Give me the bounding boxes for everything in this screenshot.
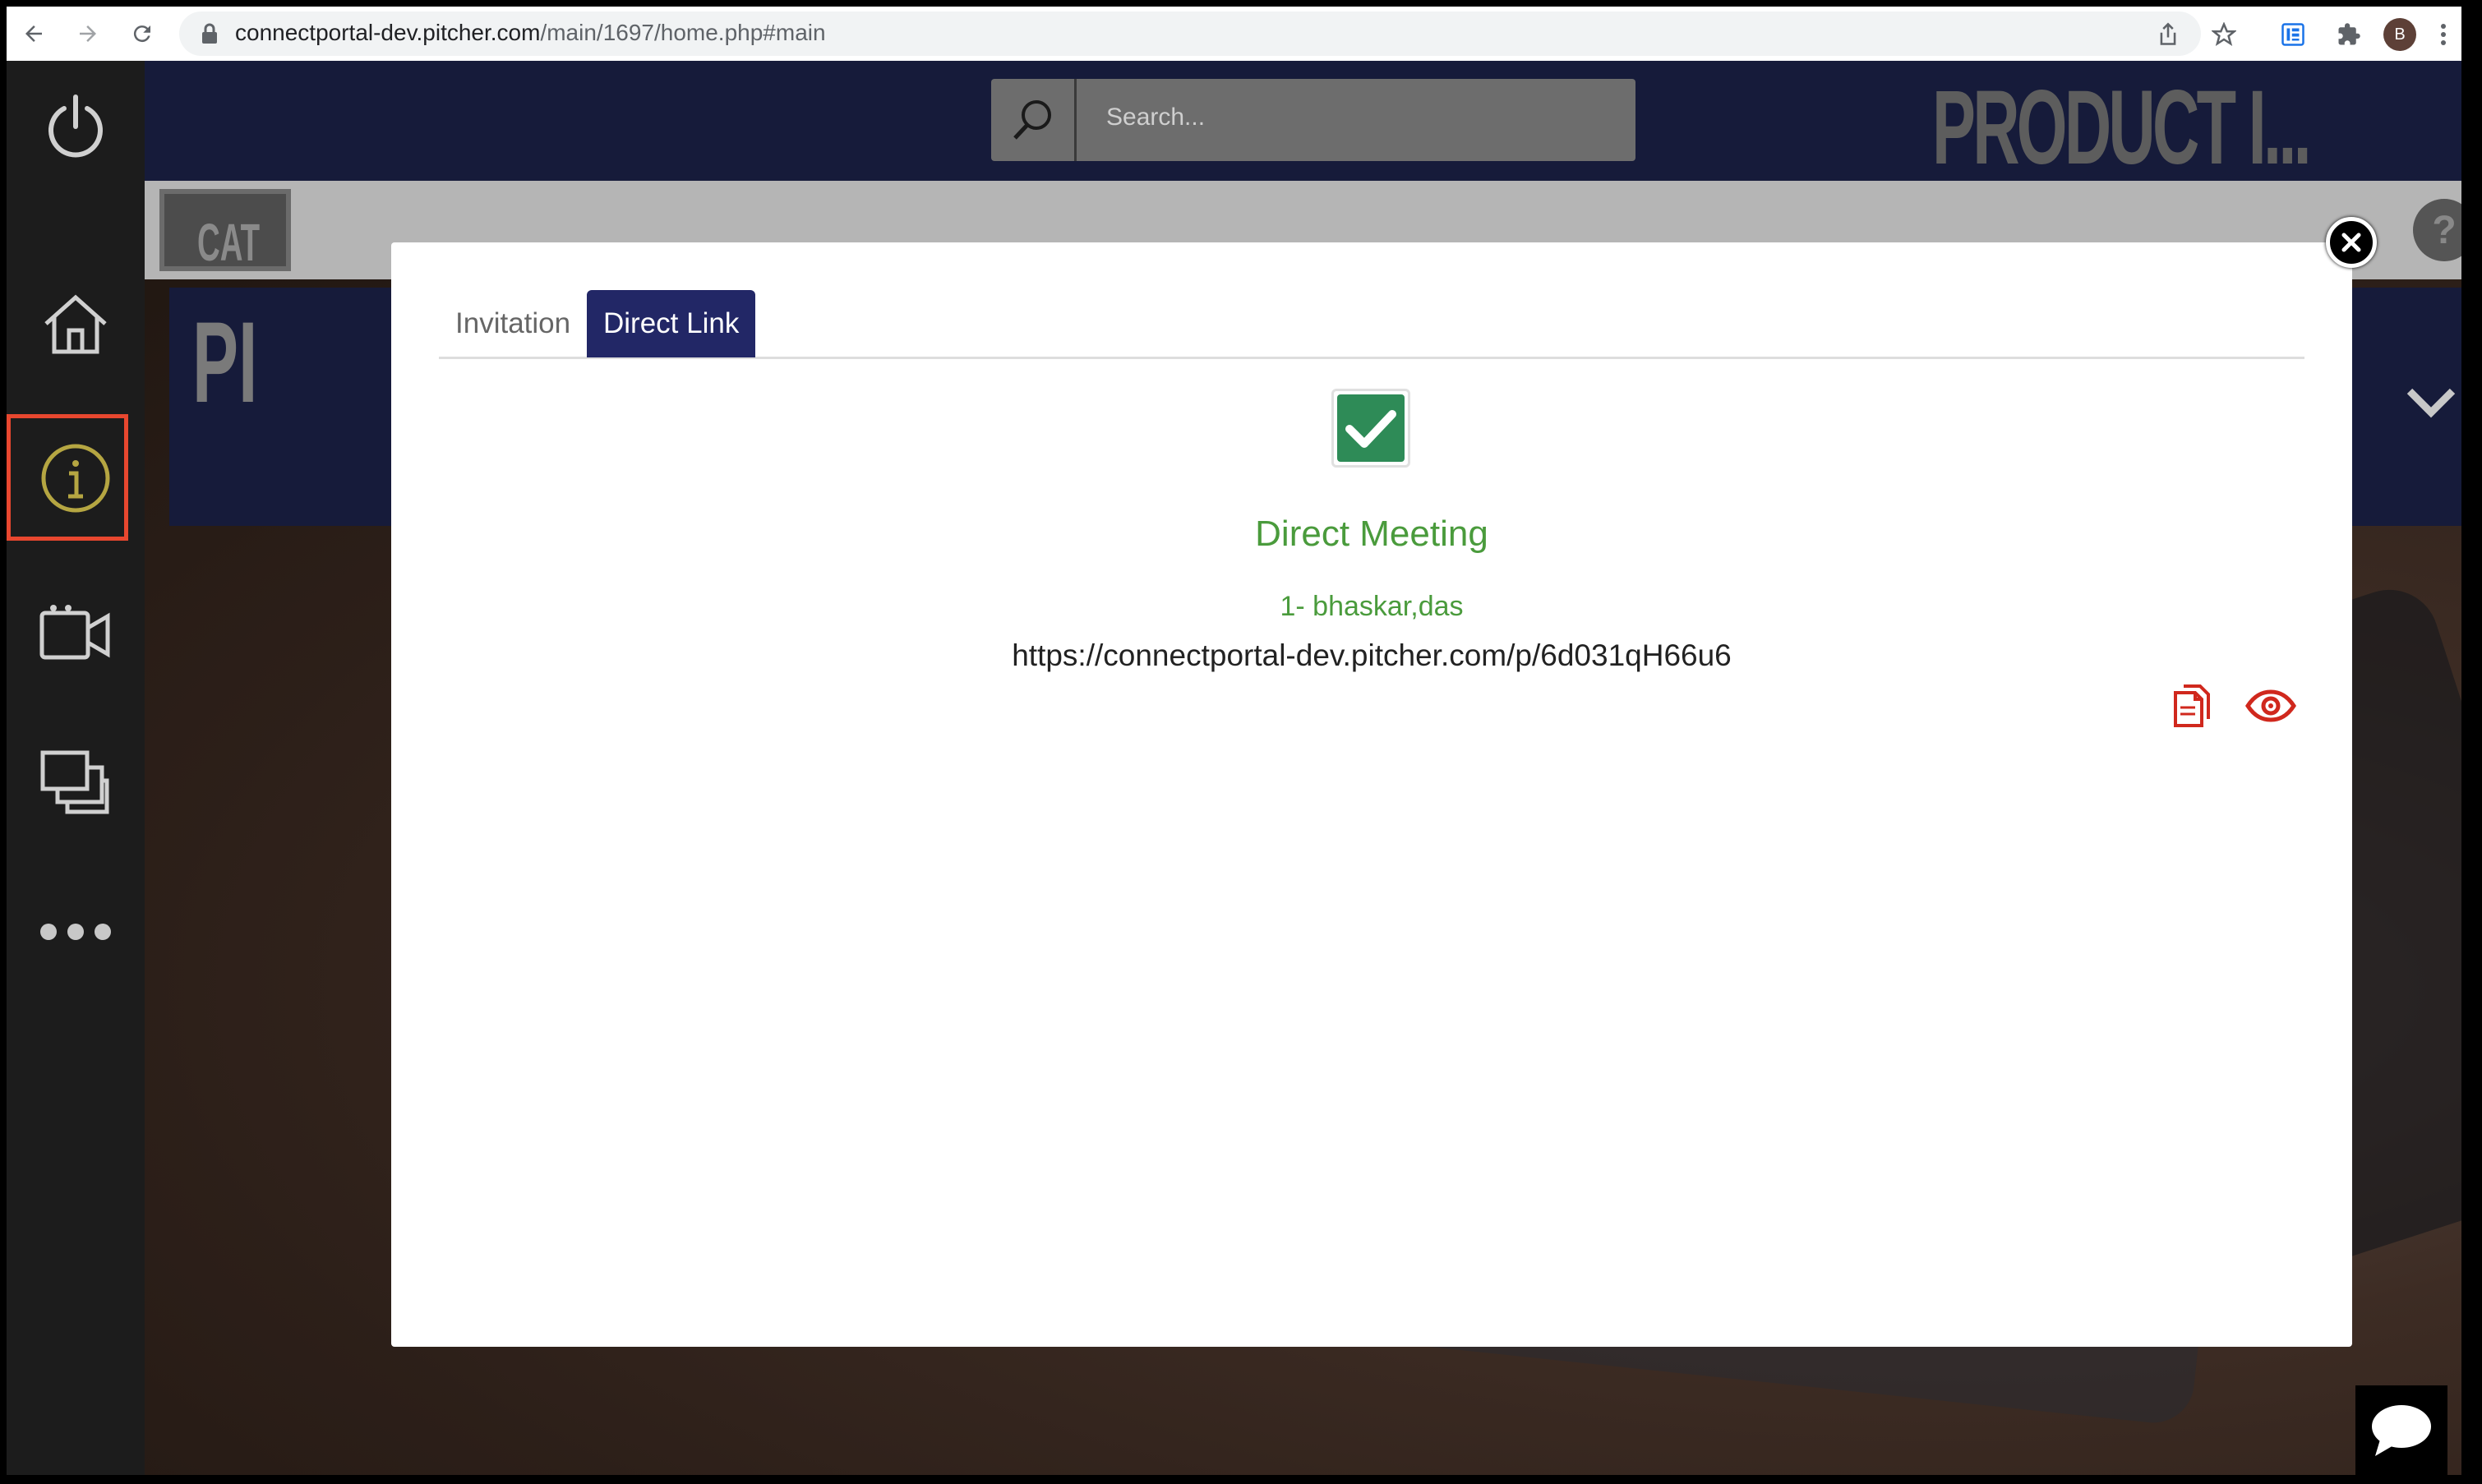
bookmark-star-icon[interactable] (2206, 16, 2242, 53)
sidebar (7, 61, 145, 1475)
chat-button[interactable] (2355, 1385, 2447, 1475)
confirm-checkbox[interactable] (1331, 389, 1410, 468)
category-label: CAT (197, 213, 261, 272)
browser-toolbar: connectportal-dev.pitcher.com/main/1697/… (7, 7, 2461, 61)
main-area: Search... PRODUCT I... CAT ? PI Invitati… (145, 61, 2461, 1475)
screen: connectportal-dev.pitcher.com/main/1697/… (0, 0, 2482, 1484)
info-icon[interactable] (35, 437, 117, 519)
chevron-down-icon[interactable] (2405, 386, 2457, 423)
forward-icon[interactable] (69, 15, 107, 53)
checkmark-icon (1337, 394, 1405, 462)
attendee-name: 1- bhaskar,das (1280, 591, 1464, 622)
preview-eye-icon[interactable] (2242, 683, 2300, 729)
category-button[interactable]: CAT (159, 189, 291, 272)
lock-icon[interactable] (201, 23, 219, 48)
tab-invitation[interactable]: Invitation (439, 290, 587, 357)
chat-bubble-icon (2372, 1404, 2431, 1456)
app-viewport: Search... PRODUCT I... CAT ? PI Invitati… (7, 61, 2461, 1475)
back-icon[interactable] (15, 15, 53, 53)
close-modal-button[interactable] (2326, 217, 2377, 268)
close-icon (2341, 233, 2361, 252)
meeting-title: Direct Meeting (1255, 514, 1488, 554)
url-text[interactable]: connectportal-dev.pitcher.com/main/1697/… (235, 16, 826, 49)
more-icon[interactable] (35, 891, 117, 973)
search-box[interactable]: Search... (991, 79, 1635, 161)
extension-app-icon[interactable] (2275, 16, 2311, 53)
home-icon[interactable] (35, 283, 117, 365)
modal-tabs: Invitation Direct Link (439, 290, 2304, 359)
profile-avatar[interactable]: B (2383, 18, 2416, 51)
power-icon[interactable] (35, 85, 117, 168)
panel-heading: PI (192, 297, 258, 426)
video-camera-icon[interactable] (35, 591, 117, 673)
extensions-puzzle-icon[interactable] (2331, 16, 2367, 53)
help-button[interactable]: ? (2413, 199, 2461, 261)
kebab-menu-icon[interactable] (2431, 16, 2456, 53)
share-icon[interactable] (2150, 16, 2186, 53)
top-bar: Search... PRODUCT I... (145, 61, 2461, 187)
search-input[interactable]: Search... (1106, 104, 1205, 131)
meeting-link[interactable]: https://connectportal-dev.pitcher.com/p/… (391, 638, 2352, 673)
direct-link-modal: Invitation Direct Link Direct Meeting 1-… (391, 242, 2352, 1347)
tab-direct-link[interactable]: Direct Link (587, 290, 756, 357)
reload-icon[interactable] (123, 15, 161, 53)
slides-icon[interactable] (35, 741, 117, 823)
search-icon[interactable] (991, 79, 1077, 161)
copy-icon[interactable] (2166, 681, 2216, 730)
page-title: PRODUCT I... (1932, 69, 2312, 187)
